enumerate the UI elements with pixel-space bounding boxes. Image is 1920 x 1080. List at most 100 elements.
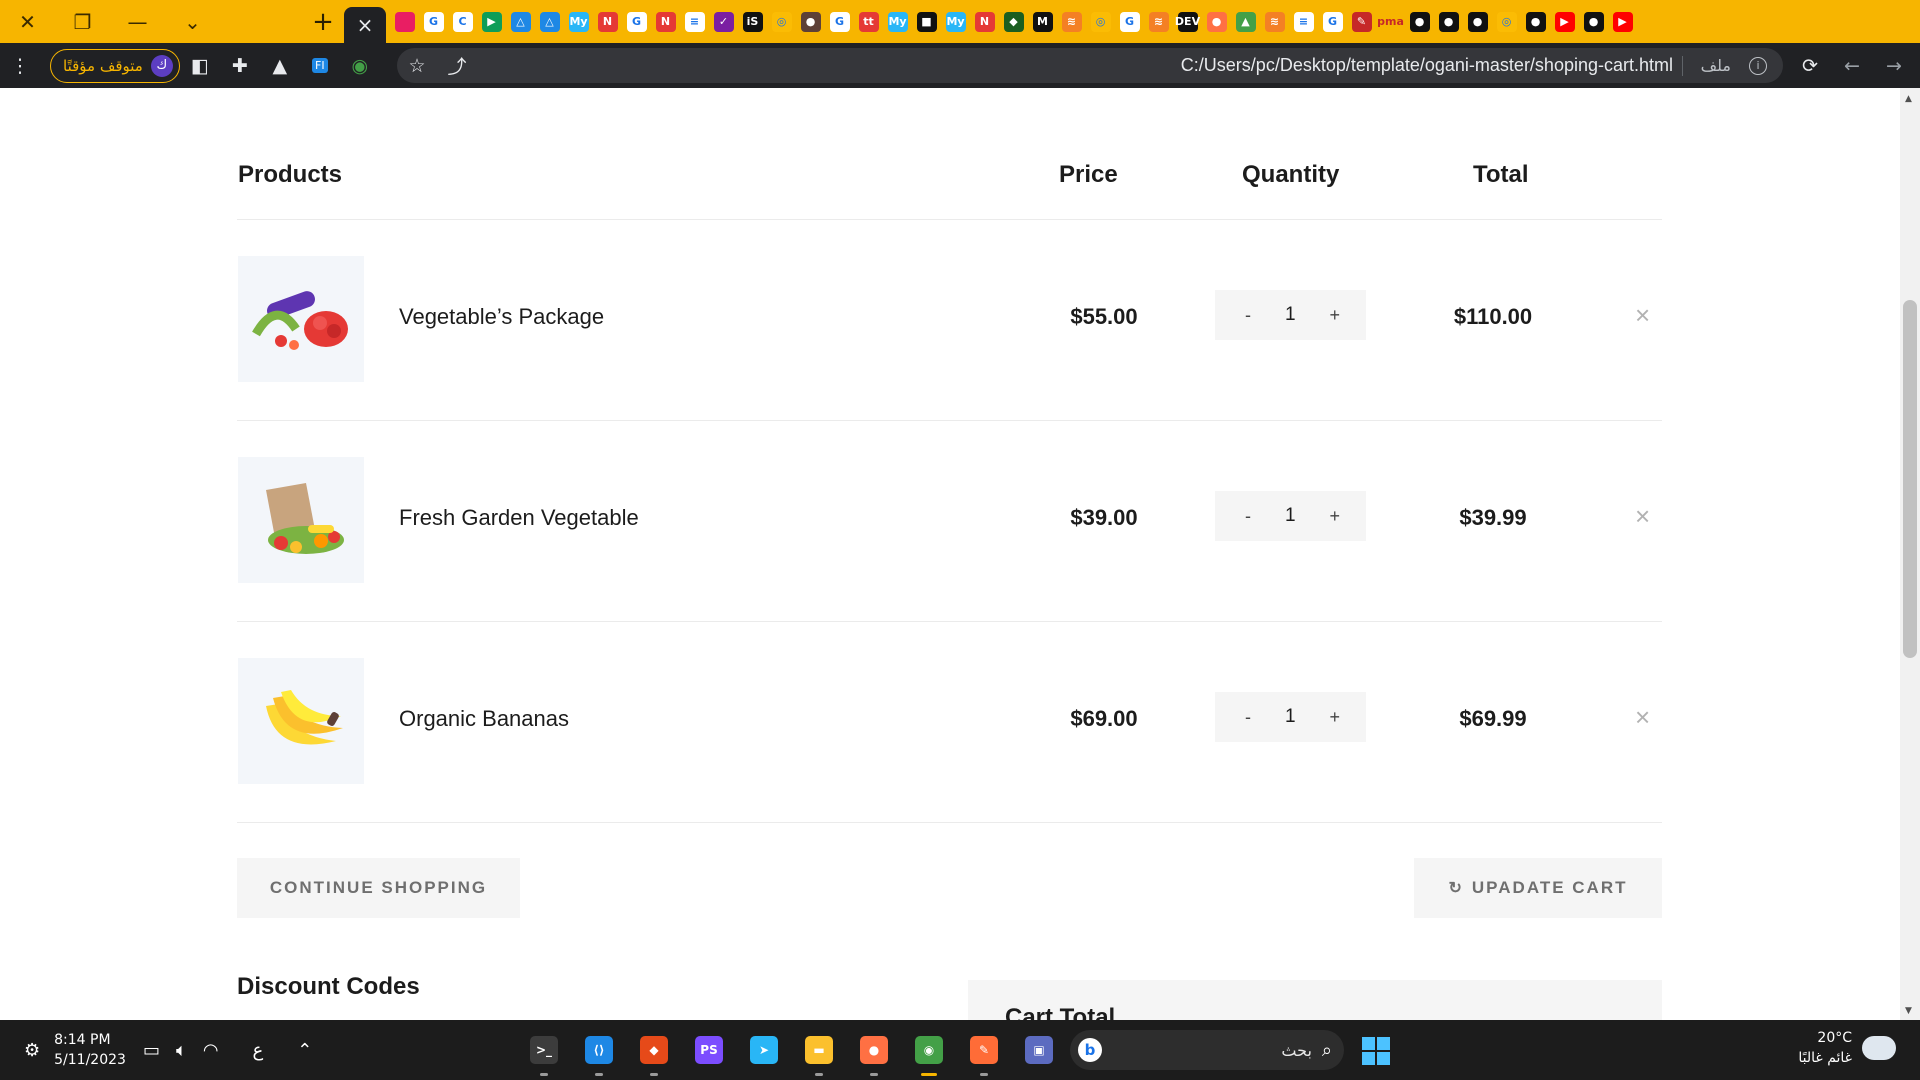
address-bar[interactable]: ☆ ⤴ C:/Users/pc/Desktop/template/ogani-m… [397, 48, 1783, 83]
clock[interactable]: 8:14 PM 5/11/2023 [54, 1030, 126, 1070]
forward-button[interactable]: → [1874, 43, 1914, 88]
decrease-quantity-button[interactable]: - [1245, 305, 1251, 326]
browser-tab[interactable]: △ [506, 0, 535, 43]
taskbar-app[interactable]: ➤ [744, 1030, 784, 1070]
decrease-quantity-button[interactable]: - [1245, 707, 1251, 728]
browser-tab[interactable]: △ [535, 0, 564, 43]
battery-icon[interactable]: ▭ [143, 1040, 160, 1061]
increase-quantity-button[interactable]: + [1329, 707, 1340, 728]
wifi-icon[interactable]: ◠ [203, 1040, 219, 1061]
bookmark-star-icon[interactable]: ☆ [397, 43, 437, 88]
update-cart-button[interactable]: ↻ UPADATE CART [1414, 858, 1662, 918]
taskbar-search[interactable]: b بحث ⌕ [1070, 1030, 1344, 1070]
browser-tab[interactable]: tt [854, 0, 883, 43]
taskbar-app[interactable]: ◆ [634, 1030, 674, 1076]
browser-tab[interactable]: ■ [912, 0, 941, 43]
browser-tab[interactable]: N [593, 0, 622, 43]
browser-tab[interactable]: ▶ [1550, 0, 1579, 43]
menu-button[interactable]: ⋮ [0, 43, 40, 88]
extension-button[interactable]: ◉ [340, 43, 380, 88]
info-icon[interactable]: i [1749, 56, 1767, 75]
browser-tab[interactable]: G [1115, 0, 1144, 43]
remove-item-icon[interactable]: × [1635, 702, 1650, 733]
quantity-input[interactable]: 1 [1285, 304, 1296, 326]
browser-tab[interactable]: My [883, 0, 912, 43]
taskbar-app[interactable]: ▣ [1019, 1030, 1059, 1070]
taskbar-app[interactable]: ◉ [909, 1030, 949, 1076]
scroll-down-icon[interactable]: ▼ [1905, 1006, 1912, 1016]
tab-search-button[interactable]: ⌄ [165, 0, 220, 43]
browser-tab[interactable]: pma [1376, 0, 1405, 43]
language-indicator[interactable]: ع [253, 1040, 264, 1061]
browser-tab[interactable]: ≡ [680, 0, 709, 43]
remove-item-icon[interactable]: × [1635, 501, 1650, 532]
scrollbar-thumb[interactable] [1903, 300, 1917, 658]
increase-quantity-button[interactable]: + [1329, 506, 1340, 527]
browser-tab[interactable]: My [564, 0, 593, 43]
browser-tab[interactable]: ● [1405, 0, 1434, 43]
minimize-window-button[interactable]: — [110, 0, 165, 43]
decrease-quantity-button[interactable]: - [1245, 506, 1251, 527]
browser-tab[interactable] [390, 0, 419, 43]
browser-tab[interactable]: ◎ [1492, 0, 1521, 43]
product-name[interactable]: Fresh Garden Vegetable [399, 505, 639, 531]
browser-tab[interactable]: ● [1579, 0, 1608, 43]
browser-tab[interactable]: G [622, 0, 651, 43]
extension-button[interactable]: FI [300, 43, 340, 88]
quantity-input[interactable]: 1 [1285, 706, 1296, 728]
browser-tab[interactable]: ● [1434, 0, 1463, 43]
browser-tab[interactable]: ● [1202, 0, 1231, 43]
extension-button[interactable]: ▲ [260, 43, 300, 88]
scroll-up-icon[interactable]: ▲ [1905, 94, 1912, 104]
browser-tab[interactable]: ≋ [1057, 0, 1086, 43]
browser-tab[interactable]: G [419, 0, 448, 43]
taskbar-app[interactable]: ✎ [964, 1030, 1004, 1076]
browser-tab[interactable]: My [941, 0, 970, 43]
browser-tab[interactable]: ◎ [767, 0, 796, 43]
taskbar-app[interactable]: ▬ [799, 1030, 839, 1076]
browser-tab[interactable]: N [970, 0, 999, 43]
browser-tab[interactable]: M [1028, 0, 1057, 43]
browser-tab[interactable]: ▶ [477, 0, 506, 43]
close-window-button[interactable]: ✕ [0, 0, 55, 43]
volume-icon[interactable]: 🔈︎ [176, 1040, 187, 1061]
browser-tab[interactable]: ≋ [1144, 0, 1173, 43]
url-text[interactable]: C:/Users/pc/Desktop/template/ogani-maste… [1181, 55, 1673, 76]
browser-tab[interactable]: iS [738, 0, 767, 43]
profile-button[interactable]: متوقف مؤقتًا ك [50, 48, 180, 83]
browser-tab[interactable]: N [651, 0, 680, 43]
browser-tab[interactable]: ≡ [1289, 0, 1318, 43]
browser-tab[interactable]: ≋ [1260, 0, 1289, 43]
page-scrollbar[interactable]: ▲ ▼ [1900, 88, 1920, 1020]
taskbar-app[interactable]: ● [854, 1030, 894, 1076]
new-tab-button[interactable]: + [302, 0, 344, 43]
browser-tab[interactable]: DEV [1173, 0, 1202, 43]
browser-tab[interactable]: ✓ [709, 0, 738, 43]
continue-shopping-button[interactable]: CONTINUE SHOPPING [237, 858, 520, 918]
browser-tab[interactable]: ✎ [1347, 0, 1376, 43]
browser-tab[interactable]: G [825, 0, 854, 43]
reload-button[interactable]: ⟳ [1790, 43, 1830, 88]
restore-window-button[interactable]: ❐ [55, 0, 110, 43]
browser-tab[interactable]: ● [1521, 0, 1550, 43]
browser-tab[interactable]: ◎ [1086, 0, 1115, 43]
taskbar-app[interactable]: >_ [524, 1030, 564, 1076]
product-name[interactable]: Vegetable’s Package [399, 304, 604, 330]
weather-widget[interactable]: 20°C غائم غالبًا [1798, 1028, 1896, 1068]
browser-tab[interactable]: ◆ [999, 0, 1028, 43]
browser-tab[interactable]: C [448, 0, 477, 43]
browser-tab[interactable]: ● [796, 0, 825, 43]
back-button[interactable]: ← [1832, 43, 1872, 88]
browser-tab[interactable]: ▲ [1231, 0, 1260, 43]
tray-clock-area[interactable]: ⚙ 8:14 PM 5/11/2023 [24, 1020, 126, 1080]
browser-tab[interactable]: ● [1463, 0, 1492, 43]
increase-quantity-button[interactable]: + [1329, 305, 1340, 326]
product-name[interactable]: Organic Bananas [399, 706, 569, 732]
remove-item-icon[interactable]: × [1635, 300, 1650, 331]
browser-tab[interactable]: G [1318, 0, 1347, 43]
quantity-input[interactable]: 1 [1285, 505, 1296, 527]
taskbar-app[interactable]: PS [689, 1030, 729, 1070]
close-icon[interactable]: × [357, 13, 374, 37]
chevron-up-icon[interactable]: ⌃ [297, 1040, 312, 1061]
taskbar-app[interactable]: ⟨⟩ [579, 1030, 619, 1076]
